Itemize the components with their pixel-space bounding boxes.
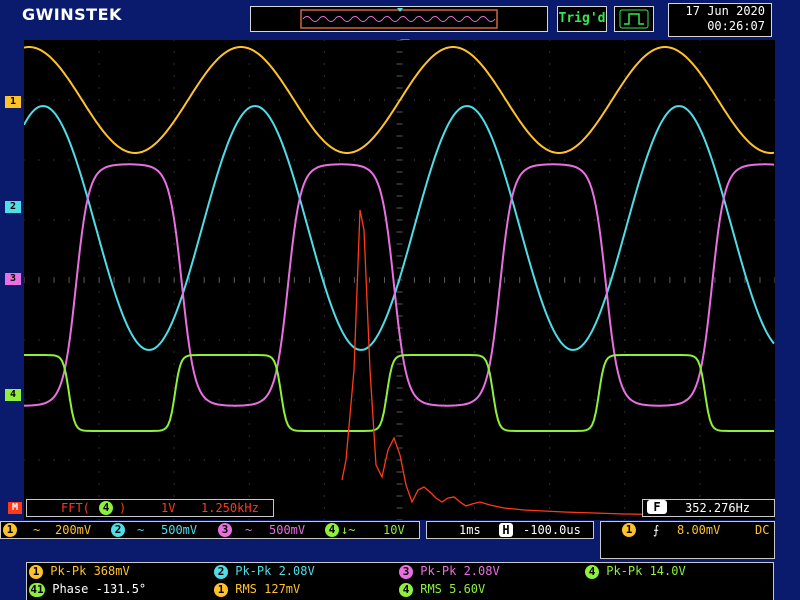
math-info-bar[interactable]: FFT( 4 ) 1V 1.250kHz (26, 499, 274, 517)
horizontal-position: -100.0us (523, 523, 581, 537)
math-source-badge: 4 (99, 501, 113, 515)
trigger-slope-icon: ⨍ (653, 523, 660, 537)
math-marker[interactable]: M (8, 502, 22, 514)
ch3-trace (24, 163, 775, 407)
measurement-ch3-pkpk: 3 Pk-Pk 2.08V (399, 564, 500, 579)
waveform-overview[interactable] (250, 6, 548, 32)
trigger-type-icon[interactable] (614, 6, 654, 32)
trigger-level: 8.00mV (677, 523, 721, 537)
measurement-ch3-badge: 3 (399, 564, 413, 579)
measurement-ch4-pkpk-value: Pk-Pk 14.0V (606, 564, 686, 578)
measurement-ch3-pkpk-value: Pk-Pk 2.08V (420, 564, 500, 578)
measurement-phase-badge: 41 (29, 582, 45, 597)
ch4-coupling: ↓~ (341, 523, 356, 537)
measurement-ch4-badge: 4 (585, 564, 599, 579)
ch2-marker[interactable]: 2 (5, 201, 21, 213)
measurement-ch4-rms-badge: 4 (399, 582, 413, 597)
ch4-badge[interactable]: 4 (325, 523, 339, 537)
ch3-badge[interactable]: 3 (218, 523, 232, 537)
measurement-ch2-badge: 2 (214, 564, 228, 579)
ch2-badge[interactable]: 2 (111, 523, 125, 537)
ch4-marker[interactable]: 4 (5, 389, 21, 401)
ch3-coupling: ~ (245, 523, 253, 537)
measurement-phase: 41 Phase -131.5° (29, 582, 146, 597)
horizontal-settings-bar[interactable]: 1ms H -100.0us (426, 521, 594, 539)
brand-logo: GWINSTEK (22, 5, 122, 24)
ch3-marker[interactable]: 3 (5, 273, 21, 285)
time-label: 00:26:07 (707, 19, 765, 33)
waveforms (24, 46, 775, 516)
counter-value: 352.276Hz (685, 501, 751, 515)
math-function-close: ) (119, 501, 127, 515)
waveform-display[interactable] (24, 40, 775, 520)
measurement-ch1-rms-badge: 1 (214, 582, 228, 597)
ch2-coupling: ~ (137, 523, 145, 537)
measurement-ch4-pkpk: 4 Pk-Pk 14.0V (585, 564, 686, 579)
ch4-scale: 10V (383, 523, 405, 537)
measurement-ch2-pkpk-value: Pk-Pk 2.08V (235, 564, 315, 578)
counter-icon: F (647, 500, 667, 514)
math-function-label: FFT( (61, 501, 90, 515)
trigger-source-badge: 1 (622, 523, 636, 537)
frequency-counter: F 352.276Hz (642, 499, 775, 517)
trigger-coupling: DC (755, 523, 770, 537)
ch1-scale: 200mV (55, 523, 92, 537)
measurement-ch2-pkpk: 2 Pk-Pk 2.08V (214, 564, 315, 579)
horizontal-position-icon: H (499, 523, 513, 537)
measurement-ch4-rms-value: RMS 5.60V (420, 582, 486, 596)
measurement-panel: 1 Pk-Pk 368mV 2 Pk-Pk 2.08V 3 Pk-Pk 2.08… (26, 562, 774, 600)
date-label: 17 Jun 2020 (685, 4, 765, 18)
ch1-marker[interactable]: 1 (5, 96, 21, 108)
ch1-coupling: ~ (33, 523, 41, 537)
trigger-settings-bar[interactable]: 1 ⨍ 8.00mV DC (600, 521, 775, 559)
measurement-ch1-rms: 1 RMS 127mV (214, 582, 300, 597)
measurement-ch1-rms-value: RMS 127mV (235, 582, 301, 596)
measurement-ch1-pkpk-value: Pk-Pk 368mV (50, 564, 130, 578)
measurement-phase-value: Phase -131.5° (52, 582, 147, 596)
measurement-ch1-badge: 1 (29, 564, 43, 579)
vertical-settings-bar[interactable]: 1 ~ 200mV 2 ~ 500mV 3 ~ 500mV 4 ↓~ 10V (0, 521, 420, 539)
timebase-scale: 1ms (459, 523, 481, 537)
ch1-badge[interactable]: 1 (3, 523, 17, 537)
ch3-scale: 500mV (269, 523, 306, 537)
ch1-trace (24, 46, 775, 154)
date-time: 17 Jun 2020 00:26:07 (668, 3, 772, 37)
measurement-ch4-rms: 4 RMS 5.60V (399, 582, 485, 597)
ch4-trace (24, 354, 774, 432)
overview-waveform (302, 16, 496, 22)
math-freq-scale: 1.250kHz (201, 501, 259, 515)
ch2-scale: 500mV (161, 523, 198, 537)
ch2-trace (24, 105, 775, 351)
trigger-status: Trig'd (557, 6, 607, 32)
measurement-ch1-pkpk: 1 Pk-Pk 368mV (29, 564, 130, 579)
math-scale: 1V (161, 501, 176, 515)
